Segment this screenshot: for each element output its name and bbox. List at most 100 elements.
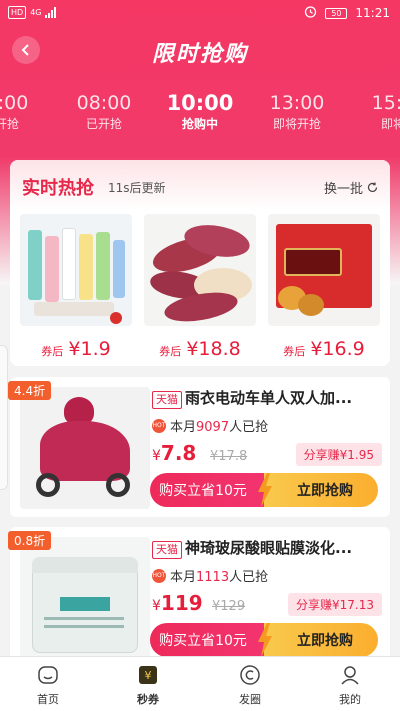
price-value: ¥16.9 xyxy=(310,338,365,360)
monthly-sales: 本月1113人已抢 xyxy=(170,566,268,585)
price-number: 7.8 xyxy=(160,441,197,465)
grab-now-button[interactable]: 立即抢购 xyxy=(264,623,378,657)
hot-deals-header: 实时热抢 11s后更新 换一批 xyxy=(10,160,390,210)
time-slot-status: 已开抢 xyxy=(85,117,122,131)
refresh-label: 换一批 xyxy=(323,182,363,197)
grab-now-button[interactable]: 立即抢购 xyxy=(264,473,378,507)
hot-item-price: 券后 ¥1.9 xyxy=(20,338,132,360)
buy-save-button[interactable]: 购买立省10元 xyxy=(150,473,264,507)
price-number: 119 xyxy=(160,591,203,615)
product-card[interactable]: 0.8折 天猫 神琦玻尿酸眼贴膜淡化... HOT 本月1113人已抢 ¥119… xyxy=(8,527,390,667)
time-slot-status: 即将 xyxy=(380,117,400,131)
price-symbol: ¥ xyxy=(152,598,161,614)
side-drawer-handle[interactable] xyxy=(0,345,8,490)
time-slot-time: 13:00 xyxy=(269,92,325,114)
price-value: ¥1.9 xyxy=(68,338,111,360)
time-slot-time: 10:00 xyxy=(166,91,234,115)
product-price: ¥7.8 xyxy=(152,441,196,465)
tab-label: 发圈 xyxy=(239,693,261,706)
profile-icon xyxy=(320,663,380,687)
hot-deals-countdown: 11s后更新 xyxy=(108,181,166,195)
share-earn-button[interactable]: 分享赚¥1.95 xyxy=(295,443,382,466)
price-symbol: ¥ xyxy=(152,448,161,464)
top-bar: 限时抢购 xyxy=(0,26,400,74)
original-price: ¥17.8 xyxy=(210,449,248,464)
mooncake-gift-box-image xyxy=(268,214,380,326)
tab-label: 首页 xyxy=(37,693,59,706)
sales-prefix: 本月 xyxy=(170,420,197,435)
raincoat-image xyxy=(20,387,150,509)
sweet-potatoes-image xyxy=(144,214,256,326)
hot-item[interactable]: 券后 ¥1.9 xyxy=(20,214,132,360)
svg-text:¥: ¥ xyxy=(145,669,152,682)
time-slot-time: 08:00 xyxy=(76,92,132,114)
eye-mask-jar-image xyxy=(20,537,150,659)
product-price: ¥119 xyxy=(152,591,203,615)
discount-badge: 0.8折 xyxy=(8,531,52,550)
time-slot-0000[interactable]: 0:00 开抢 xyxy=(0,90,42,132)
time-slot-time: 0:00 xyxy=(0,92,29,114)
tab-profile[interactable]: 我的 xyxy=(320,663,380,707)
time-slot-status: 开抢 xyxy=(0,117,19,131)
buy-save-button[interactable]: 购买立省10元 xyxy=(150,623,264,657)
alarm-icon xyxy=(304,5,317,21)
time-slot-1000[interactable]: 10:00 抢购中 xyxy=(165,90,235,132)
sales-prefix: 本月 xyxy=(170,570,197,585)
hot-item-price: 券后 ¥18.8 xyxy=(144,338,256,360)
hot-item-price: 券后 ¥16.9 xyxy=(268,338,380,360)
hot-item[interactable]: 券后 ¥18.8 xyxy=(144,214,256,360)
price-label: 券后 xyxy=(283,345,306,358)
product-name: 雨衣电动车单人双人加... xyxy=(185,389,353,407)
sales-count: 1113 xyxy=(196,570,230,585)
tab-label: 秒券 xyxy=(137,693,159,706)
price-value: ¥18.8 xyxy=(186,338,241,360)
page-title: 限时抢购 xyxy=(151,42,248,67)
coupon-icon: ¥ xyxy=(118,663,178,687)
sales-count: 9097 xyxy=(196,420,230,435)
hot-flame-icon: HOT xyxy=(152,419,166,433)
time-slot-1300[interactable]: 13:00 即将开抢 xyxy=(262,90,332,132)
time-slot-0800[interactable]: 08:00 已开抢 xyxy=(69,90,139,132)
hot-flame-icon: HOT xyxy=(152,569,166,583)
time-slot-1500[interactable]: 15:0 即将 xyxy=(358,90,400,132)
time-slot-time: 15:0 xyxy=(371,92,400,114)
refresh-button[interactable]: 换一批 xyxy=(324,178,378,197)
clock-time: 11:21 xyxy=(355,6,390,20)
hot-item[interactable]: 券后 ¥16.9 xyxy=(268,214,380,360)
tab-home[interactable]: 首页 xyxy=(18,663,78,707)
price-label: 券后 xyxy=(159,345,182,358)
lightning-icon xyxy=(258,473,272,507)
discount-badge: 4.4折 xyxy=(8,381,52,400)
tab-share-circle[interactable]: 发圈 xyxy=(220,663,280,707)
time-slot-status: 即将开抢 xyxy=(272,117,321,131)
status-bar: HD 4G 50 11:21 xyxy=(0,0,400,26)
monthly-sales: 本月9097人已抢 xyxy=(170,416,268,435)
price-label: 券后 xyxy=(41,345,64,358)
lightning-icon xyxy=(258,623,272,657)
share-circle-icon xyxy=(220,663,280,687)
tmall-badge: 天猫 xyxy=(152,391,182,409)
home-icon xyxy=(18,663,78,687)
hot-deals-title: 实时热抢 xyxy=(22,178,94,199)
time-slot-status: 抢购中 xyxy=(181,117,218,131)
battery-icon: 50 xyxy=(325,7,348,19)
network-label: 4G xyxy=(30,8,42,17)
purchase-buttons: 购买立省10元 立即抢购 xyxy=(150,473,378,507)
tab-coupon[interactable]: ¥ 秒券 xyxy=(118,663,178,707)
signal-icon xyxy=(45,7,57,18)
share-earn-button[interactable]: 分享赚¥17.13 xyxy=(288,593,382,616)
sales-suffix: 人已抢 xyxy=(229,420,269,435)
time-slot-tabs: 0:00 开抢 08:00 已开抢 10:00 抢购中 13:00 即将开抢 1… xyxy=(0,90,400,138)
toothpaste-set-image xyxy=(20,214,132,326)
tmall-badge: 天猫 xyxy=(152,541,182,559)
product-name: 神琦玻尿酸眼贴膜淡化... xyxy=(185,539,353,557)
refresh-icon xyxy=(367,182,378,192)
bottom-tab-bar: 首页 ¥ 秒券 发圈 我的 xyxy=(0,656,400,711)
purchase-buttons: 购买立省10元 立即抢购 xyxy=(150,623,378,657)
sales-suffix: 人已抢 xyxy=(229,570,269,585)
hot-deals-panel: 实时热抢 11s后更新 换一批 券后 ¥1.9 券后 ¥18.8 券后 ¥16.… xyxy=(10,160,390,366)
product-card[interactable]: 4.4折 天猫 雨衣电动车单人双人加... HOT 本月9097人已抢 ¥7.8… xyxy=(8,377,390,517)
original-price: ¥129 xyxy=(212,599,246,614)
tab-label: 我的 xyxy=(339,693,361,706)
hd-badge: HD xyxy=(8,6,27,19)
